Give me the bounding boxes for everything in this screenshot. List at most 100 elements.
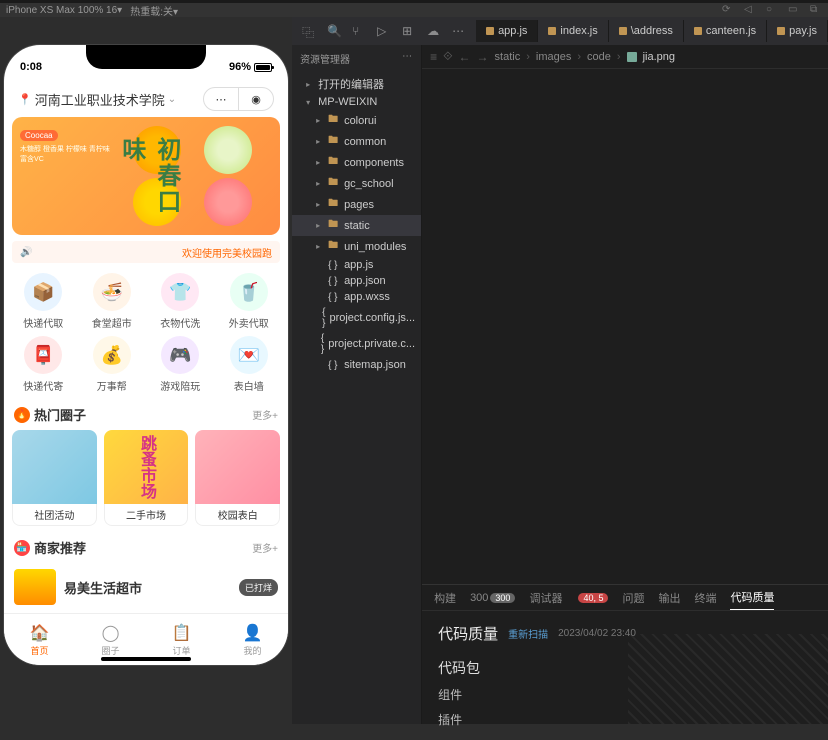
fire-icon: 🔥 — [14, 407, 30, 423]
service-item[interactable]: 👕 衣物代洗 — [149, 273, 212, 330]
tab-我的[interactable]: 👤 我的 — [217, 614, 288, 665]
panel-tab[interactable]: 300300 — [470, 588, 515, 608]
circle-card[interactable]: 校园表白 — [195, 430, 280, 526]
panel-tab[interactable]: 终端 — [694, 586, 716, 610]
banner-text: 木糖醇 橙香果 柠檬味 青柠味 富含VC — [20, 145, 117, 165]
tree-label: gc_school — [344, 178, 394, 190]
tree-item-sitemap.json[interactable]: { } sitemap.json — [292, 357, 421, 373]
service-item[interactable]: 🎮 游戏陪玩 — [149, 336, 212, 393]
service-item[interactable]: 🍜 食堂超市 — [81, 273, 144, 330]
explorer-menu[interactable]: ⋯ — [402, 51, 413, 66]
menu-icon[interactable]: ≡ — [430, 50, 437, 64]
search-icon[interactable]: 🔍 — [327, 24, 341, 38]
branch-icon[interactable]: ⑂ — [352, 24, 366, 38]
service-item[interactable]: 💌 表白墙 — [218, 336, 281, 393]
bottom-panel: 构建300300调试器40, 5问题输出终端代码质量 代码质量 重新扫描 202… — [422, 584, 828, 724]
tree-item-common[interactable]: ▸🖿 common — [292, 131, 421, 152]
panel-tab[interactable]: 调试器 — [529, 586, 562, 610]
rescan-link[interactable]: 重新扫描 — [508, 626, 548, 641]
clock: 0:08 — [20, 61, 42, 73]
service-item[interactable]: 📮 快递代寄 — [12, 336, 75, 393]
hot-reload-toggle[interactable]: 热重载:关▾ — [130, 3, 178, 18]
device-select[interactable]: iPhone XS Max 100% 16▾ — [6, 5, 122, 16]
panel-tab[interactable]: 代码质量 — [730, 585, 774, 610]
back-icon[interactable]: ◁ — [744, 4, 756, 16]
device-icon[interactable]: ▭ — [788, 4, 800, 16]
bc-seg[interactable]: jia.png — [643, 51, 675, 63]
tree-item-app.wxss[interactable]: { } app.wxss — [292, 289, 421, 305]
circle-card[interactable]: 社团活动 — [12, 430, 97, 526]
editor-tab[interactable]: index.js — [538, 20, 608, 42]
home-indicator — [101, 657, 191, 661]
panel-tab[interactable]: 构建 — [434, 586, 456, 610]
notch — [86, 45, 206, 69]
explorer: 资源管理器 ⋯ ▸打开的编辑器 ▾MP-WEIXIN ▸🖿 colorui ▸🖿… — [292, 45, 422, 724]
debug-icon[interactable]: ▷ — [377, 24, 391, 38]
service-label: 外卖代取 — [229, 315, 269, 330]
bookmark-icon[interactable]: ⟐ — [443, 49, 452, 64]
banner[interactable]: Coocaa 木糖醇 橙香果 柠檬味 青柠味 富含VC 初春口味 — [12, 117, 280, 235]
location-picker[interactable]: 📍 河南工业职业技术学院 ⌄ — [18, 90, 176, 109]
tab-icon: 👤 — [243, 623, 263, 643]
service-icon: 📮 — [24, 336, 62, 374]
service-item[interactable]: 🥤 外卖代取 — [218, 273, 281, 330]
service-item[interactable]: 💰 万事帮 — [81, 336, 144, 393]
tree-label: project.config.js... — [329, 312, 415, 324]
tab-首页[interactable]: 🏠 首页 — [4, 614, 75, 665]
shop-item[interactable]: 易美生活超市 已打烊 — [12, 565, 280, 607]
forward-icon[interactable]: → — [477, 50, 489, 64]
quality-title: 代码质量 — [438, 623, 498, 644]
tree-item-colorui[interactable]: ▸🖿 colorui — [292, 110, 421, 131]
breadcrumb: ≡ ⟐ ← → static› images› code› jia.png — [422, 45, 828, 69]
refresh-icon[interactable]: ⟳ — [722, 4, 734, 16]
bc-seg[interactable]: images — [536, 51, 571, 63]
notice-bar[interactable]: 🔊 欢迎使用完美校园跑 — [12, 241, 280, 263]
bc-seg[interactable]: code — [587, 51, 611, 63]
editor-tab[interactable]: \address — [609, 20, 684, 42]
panel-tab[interactable]: 问题 — [622, 586, 644, 610]
editor-tab[interactable]: pay.js — [767, 20, 828, 42]
multitask-icon[interactable]: ⧉ — [810, 4, 822, 16]
tree-item-gc_school[interactable]: ▸🖿 gc_school — [292, 173, 421, 194]
banner-title: 初春口味 — [114, 137, 184, 235]
tree-item-static[interactable]: ▸🖿 static — [292, 215, 421, 236]
service-item[interactable]: 📦 快递代取 — [12, 273, 75, 330]
more-link[interactable]: 更多+ — [252, 540, 278, 555]
cloud-icon[interactable]: ☁ — [427, 24, 441, 38]
bc-seg[interactable]: static — [495, 51, 521, 63]
tree-item-project.private.c...[interactable]: { } project.private.c... — [292, 331, 421, 357]
tree-item-pages[interactable]: ▸🖿 pages — [292, 194, 421, 215]
file-icon — [548, 27, 556, 35]
tree-label: pages — [344, 199, 374, 211]
editor-tab[interactable]: canteen.js — [684, 20, 767, 42]
app-header: 📍 河南工业职业技术学院 ⌄ ⋯ ◉ — [4, 81, 288, 117]
capsule-menu[interactable]: ⋯ — [203, 87, 239, 111]
card-label: 校园表白 — [195, 504, 280, 526]
tree-group[interactable]: ▾MP-WEIXIN — [292, 94, 421, 110]
service-label: 快递代寄 — [23, 378, 63, 393]
files-icon[interactable]: ⿻ — [302, 24, 316, 38]
panel-tab[interactable]: 40, 5 — [576, 588, 608, 608]
home-icon[interactable]: ○ — [766, 4, 778, 16]
tree-item-uni_modules[interactable]: ▸🖿 uni_modules — [292, 236, 421, 257]
more-link[interactable]: 更多+ — [252, 407, 278, 422]
circle-card[interactable]: 跳蚤市场 二手市场 — [104, 430, 189, 526]
simulator-panel: 0:08 96% 📍 河南工业职业技术学院 ⌄ ⋯ ◉ — [0, 17, 292, 724]
more-icon[interactable]: ⋯ — [452, 24, 466, 38]
capsule-close[interactable]: ◉ — [238, 87, 274, 111]
chevron-down-icon: ⌄ — [168, 94, 176, 105]
ext-icon[interactable]: ⊞ — [402, 24, 416, 38]
fruit-icon — [204, 126, 252, 174]
tree-item-app.js[interactable]: { } app.js — [292, 257, 421, 273]
phone-frame: 0:08 96% 📍 河南工业职业技术学院 ⌄ ⋯ ◉ — [4, 45, 288, 665]
pin-icon: 📍 — [18, 93, 32, 106]
tree-item-project.config.js...[interactable]: { } project.config.js... — [292, 305, 421, 331]
back-icon[interactable]: ← — [459, 50, 471, 64]
service-label: 快递代取 — [23, 315, 63, 330]
editor-tab[interactable]: app.js — [476, 20, 538, 42]
tree-item-components[interactable]: ▸🖿 components — [292, 152, 421, 173]
tree-item-app.json[interactable]: { } app.json — [292, 273, 421, 289]
tree-group[interactable]: ▸打开的编辑器 — [292, 74, 421, 94]
sound-icon: 🔊 — [20, 247, 32, 258]
panel-tab[interactable]: 输出 — [658, 586, 680, 610]
